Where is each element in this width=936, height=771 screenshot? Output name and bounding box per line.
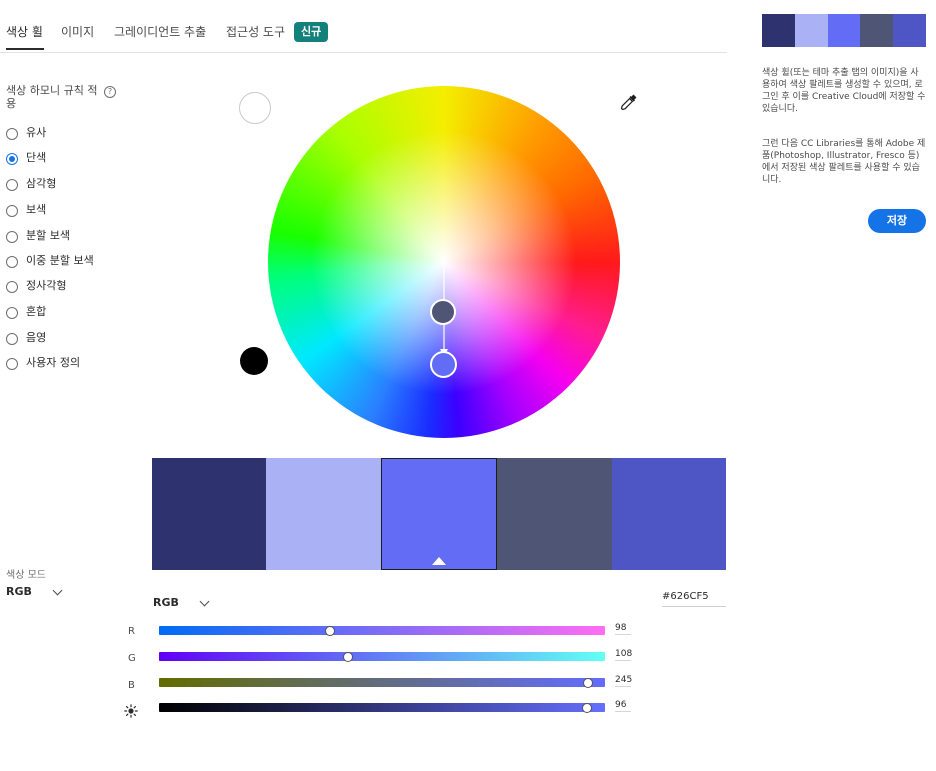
- harmony-option-label: 보색: [26, 203, 47, 216]
- harmony-option-label: 이중 분할 보색: [26, 254, 94, 267]
- help-icon[interactable]: ?: [104, 86, 116, 98]
- color-mode-value: RGB: [6, 585, 32, 598]
- radio-button[interactable]: [6, 231, 18, 243]
- info-text-1: 색상 휠(또는 테마 추출 탭의 이미지)을 사용하여 색상 팔레트를 생성할 …: [762, 68, 926, 114]
- wheel-marker-base-color[interactable]: [430, 351, 457, 378]
- color-mode-select[interactable]: RGB: [6, 585, 68, 601]
- slider-track-b[interactable]: [159, 677, 605, 688]
- mini-palette-swatch: [762, 14, 795, 47]
- slider-track-brightness[interactable]: [159, 702, 605, 713]
- tab-color-wheel[interactable]: 색상 휠: [6, 23, 43, 40]
- palette-swatch[interactable]: [380, 458, 498, 570]
- radio-button[interactable]: [6, 205, 18, 217]
- mini-palette-swatch: [860, 14, 894, 47]
- editor-mode-select[interactable]: RGB: [153, 596, 210, 609]
- slider-track-g[interactable]: [159, 651, 605, 662]
- radio-button[interactable]: [6, 281, 18, 293]
- editor-mode-value: RGB: [153, 596, 179, 609]
- tab-image[interactable]: 이미지: [61, 23, 94, 40]
- radio-button[interactable]: [6, 179, 18, 191]
- harmony-rule-title: 색상 하모니 규칙 적용: [6, 84, 98, 110]
- brightness-black-button[interactable]: [240, 347, 268, 375]
- harmony-option-label: 유사: [26, 126, 47, 139]
- slider-value-input[interactable]: 98: [615, 623, 631, 635]
- save-button[interactable]: 저장: [868, 209, 926, 233]
- radio-button[interactable]: [6, 358, 18, 370]
- tab-accessibility-tools[interactable]: 접근성 도구: [226, 23, 285, 40]
- slider-thumb[interactable]: [582, 702, 593, 713]
- mini-palette-swatch: [827, 14, 861, 47]
- slider-value-input[interactable]: 245: [615, 675, 632, 687]
- palette-swatch[interactable]: [152, 458, 267, 570]
- slider-label: R: [128, 626, 135, 637]
- new-badge: 신규: [294, 22, 329, 42]
- color-mode-title: 색상 모드: [6, 570, 46, 581]
- color-wheel[interactable]: [268, 86, 620, 438]
- slider-label: B: [128, 680, 135, 691]
- harmony-option-label: 혼합: [26, 305, 47, 318]
- slider-track-r[interactable]: [159, 625, 605, 636]
- brightness-icon: [124, 704, 138, 718]
- slider-thumb[interactable]: [582, 677, 593, 688]
- tab-gradient-extract[interactable]: 그레이디언트 추출: [114, 23, 206, 40]
- radio-button[interactable]: [6, 333, 18, 345]
- saved-palette-preview[interactable]: [762, 14, 926, 47]
- chevron-down-icon: [52, 585, 63, 596]
- slider-thumb[interactable]: [325, 625, 336, 636]
- radio-button[interactable]: [6, 256, 18, 268]
- tab-bar: 색상 휠 이미지 그레이디언트 추출 접근성 도구 신규: [0, 0, 727, 53]
- palette-swatch[interactable]: [266, 458, 381, 570]
- wheel-marker-color-4[interactable]: [430, 299, 456, 325]
- radio-button[interactable]: [6, 307, 18, 319]
- harmony-option-label: 정사각형: [26, 279, 67, 292]
- palette-swatch[interactable]: [497, 458, 612, 570]
- brightness-white-button[interactable]: [239, 92, 271, 124]
- slider-label: G: [128, 653, 136, 664]
- palette-swatch[interactable]: [611, 458, 727, 570]
- harmony-option-label: 분할 보색: [26, 229, 70, 242]
- selected-swatch-indicator: [432, 557, 447, 565]
- palette-swatches: [152, 458, 727, 570]
- hex-input[interactable]: #626CF5: [662, 590, 726, 607]
- info-text-2: 그런 다음 CC Libraries를 통해 Adobe 제품(Photosho…: [762, 139, 926, 185]
- slider-thumb[interactable]: [343, 651, 354, 662]
- slider-value-input[interactable]: 108: [615, 649, 632, 661]
- active-tab-indicator: [6, 48, 44, 50]
- eyedropper-icon[interactable]: [619, 92, 639, 112]
- radio-button[interactable]: [6, 153, 18, 165]
- radio-button[interactable]: [6, 128, 18, 140]
- harmony-option-label: 음영: [26, 331, 47, 344]
- slider-value-input[interactable]: 96: [615, 700, 631, 712]
- harmony-option-label: 사용자 정의: [26, 356, 81, 369]
- chevron-down-icon: [199, 596, 210, 607]
- mini-palette-swatch: [794, 14, 828, 47]
- mini-palette-swatch: [893, 14, 926, 47]
- harmony-option-label: 단색: [26, 151, 47, 164]
- harmony-option-label: 삼각형: [26, 177, 57, 190]
